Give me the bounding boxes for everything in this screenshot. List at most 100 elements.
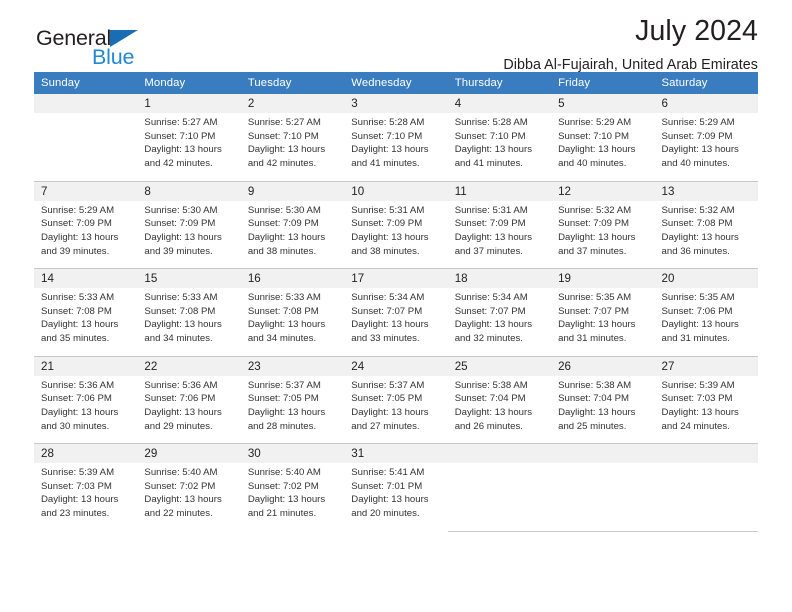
day-number-cell[interactable]: 29 xyxy=(137,443,241,463)
day-daylight1-text: Daylight: 13 hours xyxy=(247,494,326,506)
day-number-cell[interactable]: 24 xyxy=(344,356,448,376)
day-number-cell[interactable]: 5 xyxy=(551,94,655,113)
day-number-cell[interactable]: 3 xyxy=(344,94,448,113)
day-number-cell[interactable]: 31 xyxy=(344,443,448,463)
day-sunrise-text: Sunrise: 5:40 AM xyxy=(144,467,218,478)
day-daylight1-text: Daylight: 13 hours xyxy=(558,406,636,418)
weekday-header-friday: Friday xyxy=(551,72,655,94)
day-daylight1-text: Daylight: 13 hours xyxy=(41,319,119,331)
day-number-cell[interactable]: 20 xyxy=(654,268,758,288)
day-daylight2-text: and 25 minutes. xyxy=(558,420,627,432)
day-number-cell[interactable]: 13 xyxy=(654,181,758,201)
day-daylight1-text: Daylight: 13 hours xyxy=(144,406,222,418)
day-info-cell: Sunrise: 5:34 AM Sunset: 7:07 PM Daylight:… xyxy=(447,288,552,357)
day-sunrise-text: Sunrise: 5:41 AM xyxy=(351,467,425,478)
day-sunset-text: Sunset: 7:06 PM xyxy=(661,305,733,317)
day-number-cell[interactable]: 6 xyxy=(654,94,758,113)
day-number-cell[interactable]: 26 xyxy=(551,356,655,376)
day-info-cell: Sunrise: 5:41 AM Sunset: 7:01 PM Daylight:… xyxy=(344,463,448,531)
day-number-cell[interactable]: 10 xyxy=(344,181,448,201)
day-daylight1-text: Daylight: 13 hours xyxy=(661,406,739,418)
day-number-cell[interactable]: 15 xyxy=(137,268,241,288)
day-sunset-text: Sunset: 7:10 PM xyxy=(351,130,423,142)
day-sunset-text: Sunset: 7:10 PM xyxy=(247,130,319,142)
general-blue-logo[interactable]: General Blue xyxy=(36,26,206,72)
day-info-cell: Sunrise: 5:27 AM Sunset: 7:10 PM Daylight:… xyxy=(137,113,241,182)
day-daylight2-text: and 37 minutes. xyxy=(558,245,627,257)
day-sunrise-text: Sunrise: 5:38 AM xyxy=(454,379,528,391)
day-daylight2-text: and 35 minutes. xyxy=(41,333,110,345)
day-sunrise-text: Sunrise: 5:33 AM xyxy=(247,292,321,303)
day-number-cell[interactable]: 30 xyxy=(240,443,345,463)
day-sunrise-text: Sunrise: 5:31 AM xyxy=(351,204,425,216)
day-info-cell: Sunrise: 5:39 AM Sunset: 7:03 PM Daylight:… xyxy=(34,463,138,531)
day-number-cell[interactable]: 4 xyxy=(447,94,552,113)
day-sunset-text: Sunset: 7:09 PM xyxy=(454,218,526,230)
day-number-cell[interactable]: 14 xyxy=(34,268,138,288)
week-info-row: Sunrise: 5:39 AM Sunset: 7:03 PM Daylight:… xyxy=(34,463,758,532)
day-number-cell[interactable]: 28 xyxy=(34,443,138,463)
day-number-cell[interactable]: 21 xyxy=(34,356,138,376)
day-daylight2-text: and 33 minutes. xyxy=(351,333,420,345)
day-sunrise-text: Sunrise: 5:27 AM xyxy=(144,117,218,128)
day-daylight1-text: Daylight: 13 hours xyxy=(351,319,429,331)
day-number-cell[interactable]: 19 xyxy=(551,268,655,288)
day-info-cell: Sunrise: 5:38 AM Sunset: 7:04 PM Daylight:… xyxy=(551,375,655,444)
day-number-cell[interactable]: 8 xyxy=(137,181,241,201)
day-daylight1-text: Daylight: 13 hours xyxy=(351,144,429,156)
day-daylight2-text: and 20 minutes. xyxy=(351,508,420,520)
day-sunset-text: Sunset: 7:01 PM xyxy=(351,480,423,492)
day-number-cell[interactable]: 12 xyxy=(551,181,655,201)
day-info-cell: Sunrise: 5:40 AM Sunset: 7:02 PM Daylight:… xyxy=(240,463,345,531)
day-daylight2-text: and 41 minutes. xyxy=(454,158,523,170)
day-number-cell[interactable]: 23 xyxy=(240,356,345,376)
week-info-row: Sunrise: 5:29 AM Sunset: 7:09 PM Daylight:… xyxy=(34,200,758,269)
day-sunrise-text: Sunrise: 5:35 AM xyxy=(558,292,632,303)
weekday-header-wednesday: Wednesday xyxy=(344,72,448,94)
day-sunrise-text: Sunrise: 5:28 AM xyxy=(351,117,425,128)
day-sunset-text: Sunset: 7:05 PM xyxy=(247,393,319,405)
day-number-cell[interactable]: 18 xyxy=(447,268,552,288)
day-number-cell[interactable]: 2 xyxy=(240,94,345,113)
day-sunset-text: Sunset: 7:04 PM xyxy=(558,393,630,405)
day-sunset-text: Sunset: 7:09 PM xyxy=(41,218,112,230)
day-daylight2-text: and 42 minutes. xyxy=(247,158,317,170)
day-number-cell[interactable]: 27 xyxy=(654,356,758,376)
day-info-cell-empty xyxy=(447,463,552,532)
day-sunset-text: Sunset: 7:03 PM xyxy=(661,393,733,405)
day-daylight2-text: and 38 minutes. xyxy=(351,245,420,257)
day-sunset-text: Sunset: 7:08 PM xyxy=(144,305,216,317)
day-sunrise-text: Sunrise: 5:30 AM xyxy=(247,204,321,216)
day-info-cell: Sunrise: 5:37 AM Sunset: 7:05 PM Daylight:… xyxy=(344,375,448,444)
day-number-cell[interactable]: 9 xyxy=(240,181,345,201)
day-number-cell[interactable]: 25 xyxy=(447,356,552,376)
day-info-cell: Sunrise: 5:37 AM Sunset: 7:05 PM Daylight:… xyxy=(240,375,345,444)
day-sunrise-text: Sunrise: 5:34 AM xyxy=(351,292,425,303)
day-number-cell[interactable]: 1 xyxy=(137,94,241,113)
day-daylight1-text: Daylight: 13 hours xyxy=(144,144,222,156)
day-sunset-text: Sunset: 7:02 PM xyxy=(247,480,319,492)
day-number-cell[interactable]: 22 xyxy=(137,356,241,376)
day-daylight2-text: and 36 minutes. xyxy=(661,245,730,257)
day-sunrise-text: Sunrise: 5:31 AM xyxy=(454,204,528,216)
day-number-cell[interactable]: 17 xyxy=(344,268,448,288)
day-daylight2-text: and 31 minutes. xyxy=(661,333,730,345)
day-number-cell[interactable]: 7 xyxy=(34,181,138,201)
day-sunrise-text: Sunrise: 5:27 AM xyxy=(247,117,321,128)
day-sunset-text: Sunset: 7:10 PM xyxy=(558,130,630,142)
day-info-cell: Sunrise: 5:33 AM Sunset: 7:08 PM Daylight:… xyxy=(240,288,345,357)
day-daylight1-text: Daylight: 13 hours xyxy=(454,144,533,156)
day-daylight2-text: and 34 minutes. xyxy=(144,333,213,345)
day-sunrise-text: Sunrise: 5:36 AM xyxy=(41,379,115,391)
day-number-cell[interactable]: 16 xyxy=(240,268,345,288)
day-daylight1-text: Daylight: 13 hours xyxy=(558,144,636,156)
day-daylight2-text: and 26 minutes. xyxy=(454,420,523,432)
day-sunset-text: Sunset: 7:10 PM xyxy=(454,130,526,142)
day-number-cell-empty xyxy=(654,443,758,463)
day-daylight2-text: and 31 minutes. xyxy=(558,333,627,345)
day-sunset-text: Sunset: 7:09 PM xyxy=(351,218,423,230)
day-daylight2-text: and 21 minutes. xyxy=(247,508,317,520)
day-sunrise-text: Sunrise: 5:37 AM xyxy=(247,379,321,391)
day-sunset-text: Sunset: 7:07 PM xyxy=(558,305,630,317)
day-number-cell[interactable]: 11 xyxy=(447,181,552,201)
